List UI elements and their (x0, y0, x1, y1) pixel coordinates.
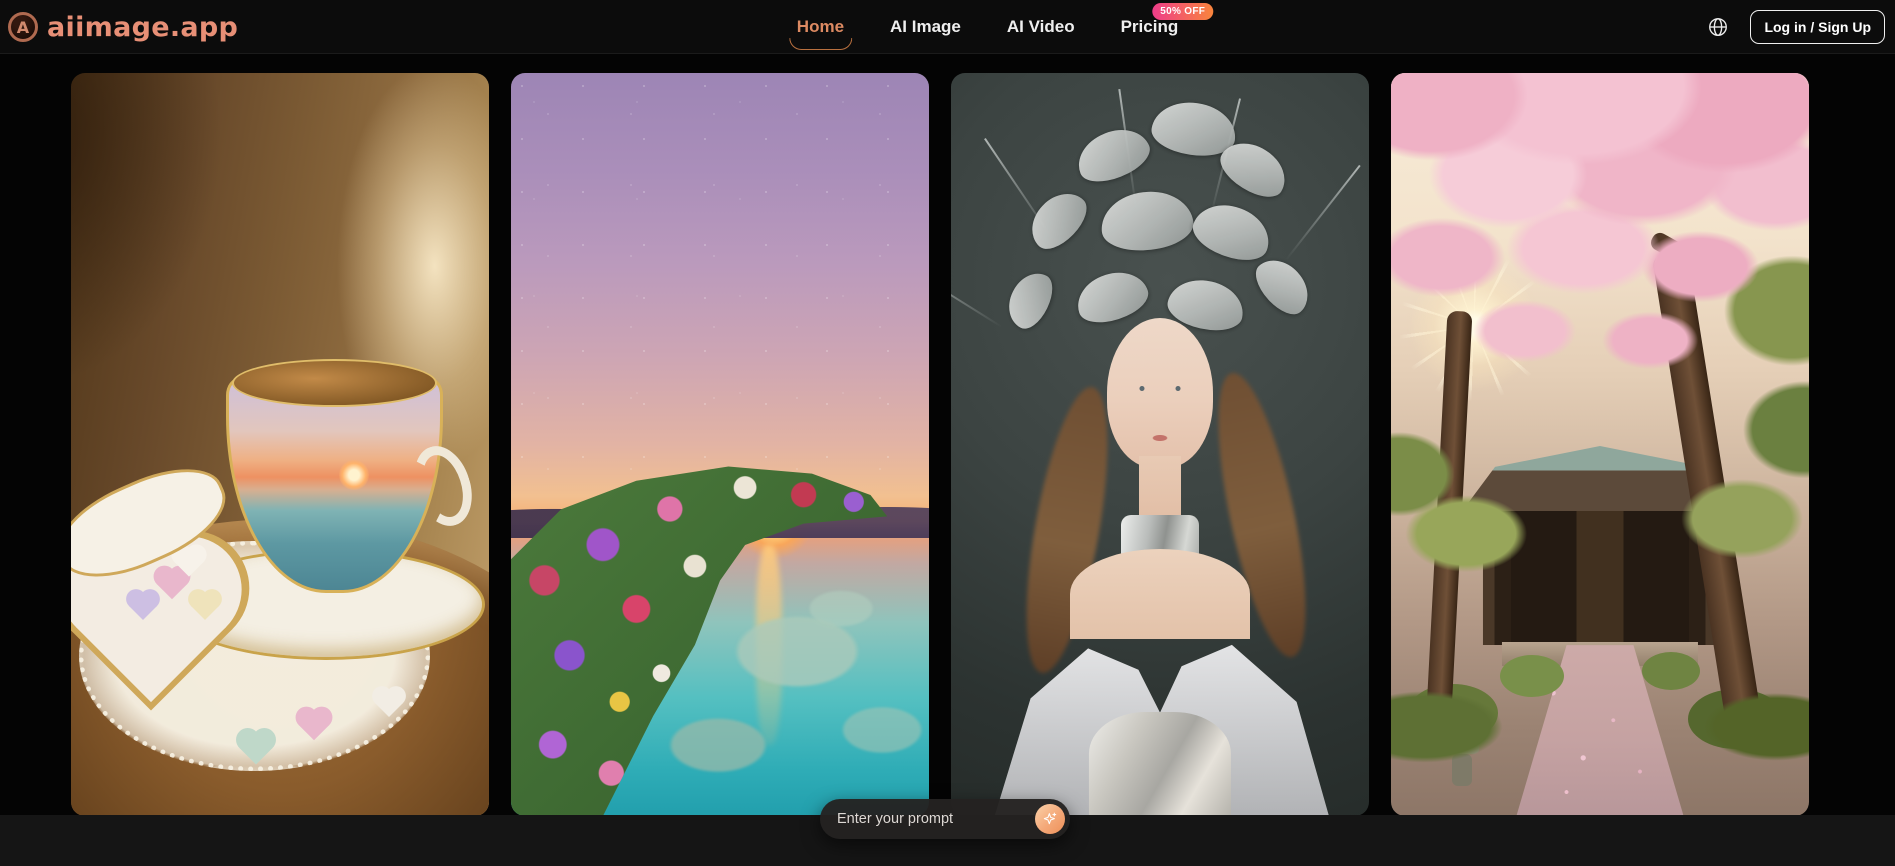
nav-item-ai-video[interactable]: AI Video (1007, 17, 1075, 37)
gallery-image-flower-island[interactable] (511, 73, 929, 816)
nav-item-home[interactable]: Home (797, 17, 844, 37)
nav-item-home-label: Home (797, 17, 844, 36)
brand-logo[interactable]: A aiimage.app (8, 0, 238, 54)
prompt-bar (820, 799, 1070, 839)
headdress-wire (1286, 165, 1361, 261)
top-nav: A aiimage.app Home AI Image AI Video Pri… (0, 0, 1895, 54)
silver-leaf (1247, 250, 1318, 323)
nav-item-ai-image[interactable]: AI Image (890, 17, 961, 37)
login-signup-button[interactable]: Log in / Sign Up (1750, 10, 1885, 44)
tea-surface-shape (232, 359, 437, 407)
discount-badge: 50% OFF (1152, 3, 1213, 20)
blossom-canopy (1391, 73, 1809, 534)
language-button[interactable] (1706, 15, 1730, 39)
nav-actions: Log in / Sign Up (1706, 0, 1885, 54)
brand-name: aiimage.app (47, 12, 238, 43)
brand-a-icon: A (8, 12, 38, 42)
silver-bodice-shape (1089, 712, 1231, 816)
page: A aiimage.app Home AI Image AI Video Pri… (0, 0, 1895, 866)
face-shape (1107, 318, 1213, 468)
active-underline (789, 38, 852, 50)
nav-item-ai-video-label: AI Video (1007, 17, 1075, 36)
gallery-image-teacup[interactable] (71, 73, 489, 816)
gallery-image-silver-portrait[interactable] (951, 73, 1369, 816)
image-gallery (71, 73, 1809, 816)
silver-leaf (1021, 183, 1096, 258)
nav-item-pricing[interactable]: Pricing 50% OFF (1121, 17, 1179, 37)
sparkle-icon (1042, 811, 1058, 827)
nav-links: Home AI Image AI Video Pricing 50% OFF (797, 0, 1178, 54)
silver-leaf (1071, 264, 1154, 330)
generate-button[interactable] (1035, 804, 1065, 834)
silver-leaf (1000, 266, 1060, 335)
silver-leaf (1070, 120, 1156, 190)
globe-icon (1707, 16, 1729, 38)
nav-item-ai-image-label: AI Image (890, 17, 961, 36)
star-field (511, 73, 929, 489)
gallery-image-sakura-garden[interactable] (1391, 73, 1809, 816)
chest-shape (1070, 549, 1250, 639)
silver-leaf (1099, 187, 1197, 254)
prompt-input[interactable] (820, 799, 1035, 839)
silver-leaf (1187, 195, 1277, 269)
headdress-wire (951, 262, 1003, 327)
